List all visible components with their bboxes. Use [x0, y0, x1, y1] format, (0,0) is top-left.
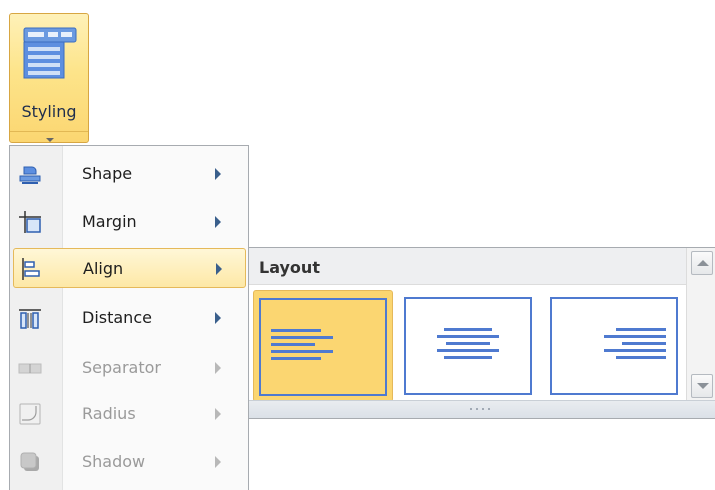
- submenu-arrow-icon: [215, 312, 221, 324]
- gallery-scrollbar[interactable]: [686, 248, 715, 402]
- align-icon: [22, 258, 40, 280]
- menu-item-label: Distance: [82, 308, 152, 327]
- align-left-frame: [259, 298, 387, 396]
- submenu-arrow-icon: [216, 263, 222, 275]
- gallery-body: [249, 285, 686, 402]
- gallery-option-align-left[interactable]: [253, 290, 393, 402]
- shadow-icon: [20, 452, 39, 471]
- styling-label: Styling: [21, 102, 77, 121]
- submenu-arrow-icon: [215, 362, 221, 374]
- menu-item-radius[interactable]: Radius: [13, 394, 246, 434]
- scroll-up-button[interactable]: [691, 251, 713, 275]
- triangle-up-icon: [697, 260, 709, 266]
- menu-item-separator[interactable]: Separator: [13, 348, 246, 388]
- styling-dropdown-menu: Shape Margin Align Distance Separator Ra…: [9, 145, 249, 490]
- align-right-frame: [550, 297, 678, 395]
- styling-table-icon: [23, 27, 77, 79]
- layout-gallery: Layout: [248, 247, 715, 419]
- styling-button[interactable]: Styling: [9, 13, 89, 143]
- dropdown-arrow-icon[interactable]: [46, 138, 54, 142]
- align-center-frame: [404, 297, 532, 395]
- gallery-option-align-right[interactable]: [545, 290, 685, 402]
- menu-item-label: Margin: [82, 212, 137, 231]
- menu-item-distance[interactable]: Distance: [13, 298, 246, 338]
- align-left-icon: [271, 329, 333, 360]
- align-right-icon: [604, 328, 666, 359]
- scroll-down-button[interactable]: [691, 374, 713, 398]
- menu-item-label: Radius: [82, 404, 136, 423]
- align-center-icon: [437, 328, 499, 359]
- menu-item-label: Shadow: [82, 452, 146, 471]
- menu-item-margin[interactable]: Margin: [13, 202, 246, 242]
- menu-item-shadow[interactable]: Shadow: [13, 442, 246, 482]
- gallery-resize-grip[interactable]: [249, 400, 715, 418]
- submenu-arrow-icon: [215, 456, 221, 468]
- menu-item-label: Separator: [82, 358, 161, 377]
- distance-icon: [19, 309, 41, 329]
- radius-icon: [19, 403, 41, 425]
- submenu-arrow-icon: [215, 216, 221, 228]
- submenu-arrow-icon: [215, 168, 221, 180]
- gallery-option-align-center[interactable]: [399, 290, 539, 402]
- separator-icon: [18, 363, 42, 374]
- menu-item-align[interactable]: Align: [13, 248, 246, 288]
- split-divider: [10, 131, 88, 132]
- gallery-header: Layout: [249, 248, 686, 285]
- shape-icon: [19, 166, 41, 184]
- menu-item-label: Shape: [82, 164, 133, 183]
- margin-icon: [19, 211, 41, 233]
- triangle-down-icon: [697, 383, 709, 389]
- menu-item-label: Align: [83, 259, 124, 278]
- grip-dots-icon: [470, 408, 490, 410]
- menu-item-shape[interactable]: Shape: [13, 154, 246, 194]
- gallery-title: Layout: [259, 258, 320, 277]
- submenu-arrow-icon: [215, 408, 221, 420]
